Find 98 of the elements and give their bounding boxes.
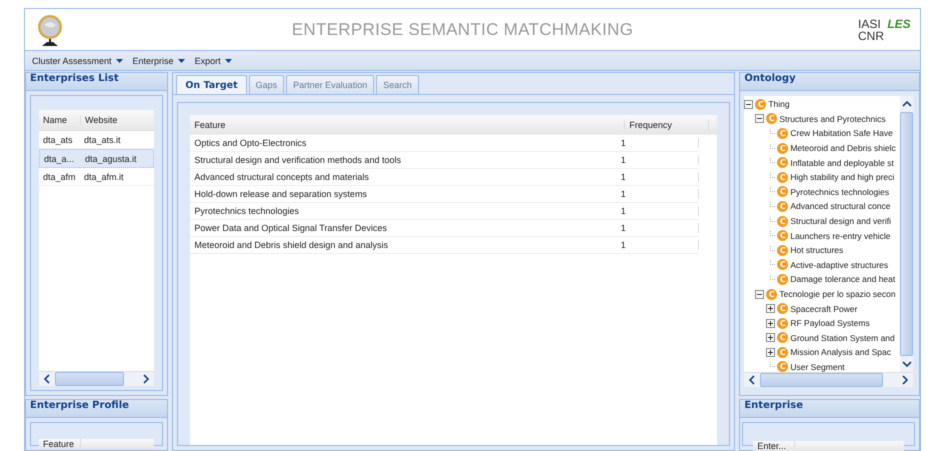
tree-item[interactable]: Meteoroid and Debris shielc (790, 143, 896, 154)
menu-button[interactable]: Export (190, 56, 237, 66)
tab[interactable]: Gaps (248, 75, 284, 94)
table-cell-text: Optics and Opto-Electronics (193, 138, 308, 148)
tab[interactable]: Search (376, 75, 419, 94)
tab[interactable]: On Target (176, 75, 247, 94)
table-row[interactable]: Advanced structural concepts and materials 1 (190, 169, 700, 186)
plus-icon[interactable] (766, 348, 776, 357)
class-badge: C (777, 216, 788, 227)
table-cell-text: Meteoroid and Debris shield design and analysis (193, 240, 389, 250)
table-cell-text: dta_ats (42, 134, 74, 144)
tree-item[interactable]: Hot structures (790, 245, 844, 256)
tree-item[interactable]: Structural design and verifi (790, 216, 891, 226)
panel-title: Enterprises List (26, 73, 168, 91)
tree-item[interactable]: Tecnologie per lo spazio secon (779, 289, 896, 300)
table-cell-text: dta_afm.it (83, 172, 125, 182)
plus-icon[interactable] (766, 333, 776, 342)
table-row[interactable]: Optics and Opto-Electronics 1 (190, 135, 700, 152)
caret-icon (116, 58, 123, 62)
table-cell: 1 (616, 206, 700, 216)
table-cell: 1 (616, 189, 700, 199)
minus-icon[interactable] (755, 114, 764, 124)
table-cell-text: dta_agusta.it (84, 154, 138, 164)
tree-item[interactable]: Ground Station System and (790, 332, 895, 343)
table-row[interactable]: dta_afm dta_afm.it (39, 168, 154, 186)
column-header[interactable]: Website (81, 115, 122, 125)
tree-item[interactable]: High stability and high preci (790, 172, 894, 182)
tree-item[interactable]: Crew Habitation Safe Have (790, 128, 893, 138)
class-badge: C (777, 361, 788, 372)
scroll-thumb[interactable] (760, 373, 883, 387)
tree-item[interactable]: Damage tolerance and heat (790, 274, 896, 284)
tree-item[interactable]: Launchers re-entry vehicle (790, 230, 891, 241)
column-header[interactable]: Feature (190, 120, 626, 130)
tree-item[interactable]: Pyrotechnics technologies (790, 186, 890, 197)
class-badge: C (777, 230, 788, 242)
horizontal-scrollbar[interactable] (39, 371, 154, 386)
table-cell-text: dta_ats.it (83, 134, 122, 144)
class-badge: C (755, 98, 766, 110)
tree-item[interactable]: User Segment (790, 362, 845, 372)
class-badge: C (777, 332, 788, 344)
class-badge: C (766, 288, 778, 300)
caret-icon (178, 58, 185, 62)
plus-icon[interactable] (766, 318, 776, 328)
panel-title: Enterprise Profile (26, 400, 168, 418)
table-cell-text: dta_a... (43, 154, 76, 164)
table-row[interactable]: Pyrotechnics technologies 1 (190, 203, 700, 220)
minus-icon[interactable] (755, 290, 764, 299)
class-badge: C (777, 157, 788, 168)
tree-item[interactable]: Inflatable and deployable st (790, 158, 894, 168)
class-badge: C (777, 142, 788, 154)
column-header[interactable]: Name (39, 115, 81, 125)
tree-item[interactable]: Structures and Pyrotechnics (779, 114, 886, 124)
minus-icon[interactable] (744, 100, 754, 109)
table-cell: 1 (616, 155, 700, 165)
table-row[interactable]: Hold-down release and separation systems 1 (190, 186, 700, 203)
class-badge: C (777, 172, 788, 183)
table-cell-text: dta_afm (42, 172, 77, 182)
horizontal-scrollbar[interactable] (744, 372, 913, 387)
table-row[interactable]: Power Data and Optical Signal Transfer Devices 1 (190, 220, 700, 237)
menu-button[interactable]: Cluster Assessment (27, 56, 128, 66)
class-badge: C (777, 186, 788, 198)
class-badge: C (777, 200, 788, 212)
table-cell-text: Pyrotechnics technologies (193, 206, 300, 216)
panel-title: Ontology (740, 73, 919, 91)
tree-item[interactable]: Active-adaptive structures (790, 260, 888, 270)
table-cell-text: Hold-down release and separation systems (193, 189, 368, 199)
class-badge: C (777, 274, 788, 285)
scroll-thumb[interactable] (55, 372, 124, 386)
tree-item[interactable]: RF Payload Systems (790, 318, 870, 328)
caret-icon (224, 58, 232, 62)
tree-item[interactable]: Thing (768, 99, 790, 110)
app-title: ENTERPRISE SEMANTIC MATCHMAKING (290, 20, 634, 40)
table-cell: 1 (616, 172, 700, 182)
class-badge: C (777, 259, 788, 270)
class-badge: C (777, 318, 788, 329)
column-header[interactable]: Frequency (625, 120, 710, 130)
tree-item[interactable]: Spacecraft Power (790, 304, 858, 314)
plus-icon[interactable] (766, 304, 776, 314)
table-cell: 1 (616, 138, 700, 148)
menu-button[interactable]: Enterprise (128, 56, 190, 66)
tree-item[interactable]: Mission Analysis and Spac (790, 347, 891, 358)
class-badge: C (777, 346, 788, 358)
table-cell-text: Structural design and verification methods and tools (193, 155, 402, 165)
table-cell-text: Power Data and Optical Signal Transfer Devices (193, 223, 388, 233)
class-badge: C (777, 244, 788, 256)
table-cell: 1 (616, 223, 700, 233)
tab[interactable]: Partner Evaluation (286, 75, 374, 94)
table-row[interactable]: dta_a... dta_agusta.it (39, 149, 154, 168)
table-row[interactable]: Structural design and verification methods and tools 1 (190, 152, 700, 169)
class-badge: C (777, 303, 788, 314)
class-badge: C (777, 128, 788, 139)
institute-logo: IASI CNR LES (858, 18, 912, 42)
panel-title: Enterprise (740, 400, 919, 418)
class-badge: C (766, 113, 778, 124)
table-row[interactable]: Meteoroid and Debris shield design and analysis 1 (190, 237, 700, 254)
tree-item[interactable]: Advanced structural conce (790, 201, 891, 212)
table-cell: 1 (616, 240, 700, 250)
table-cell-text: Advanced structural concepts and materials (193, 172, 370, 182)
